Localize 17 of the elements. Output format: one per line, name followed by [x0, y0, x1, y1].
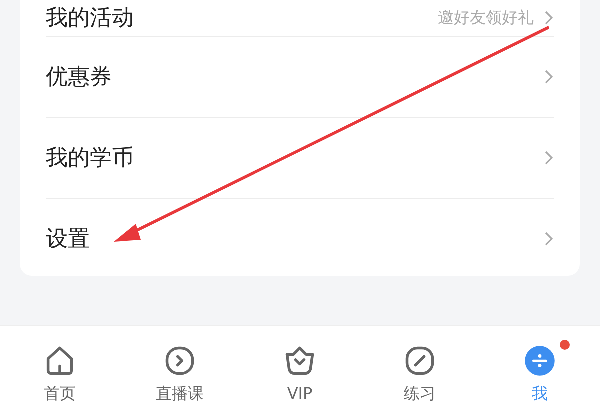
menu-item-label[interactable]: 我的活动	[46, 3, 438, 33]
tab-button[interactable]: 练习	[360, 326, 480, 420]
chevron-right-icon	[544, 10, 554, 26]
pencil-icon	[403, 344, 437, 378]
menu-item-label[interactable]: 我的学币	[46, 143, 544, 173]
tab-button[interactable]: 首页	[0, 326, 120, 420]
menu-item-label[interactable]: 优惠券	[46, 62, 544, 92]
chevron-right-icon	[544, 231, 554, 247]
chevron-right-icon	[544, 69, 554, 85]
profile-icon	[523, 344, 557, 378]
menu-item-label[interactable]: 设置	[46, 224, 544, 254]
menu-item-hint: 邀好友领好礼	[438, 8, 534, 28]
chevron-right-icon	[544, 150, 554, 166]
tab-button[interactable]: 直播课	[120, 326, 240, 420]
tab-button[interactable]: VIP	[240, 326, 360, 420]
tab-button[interactable]: 我	[480, 326, 600, 420]
crown-icon	[283, 344, 317, 378]
